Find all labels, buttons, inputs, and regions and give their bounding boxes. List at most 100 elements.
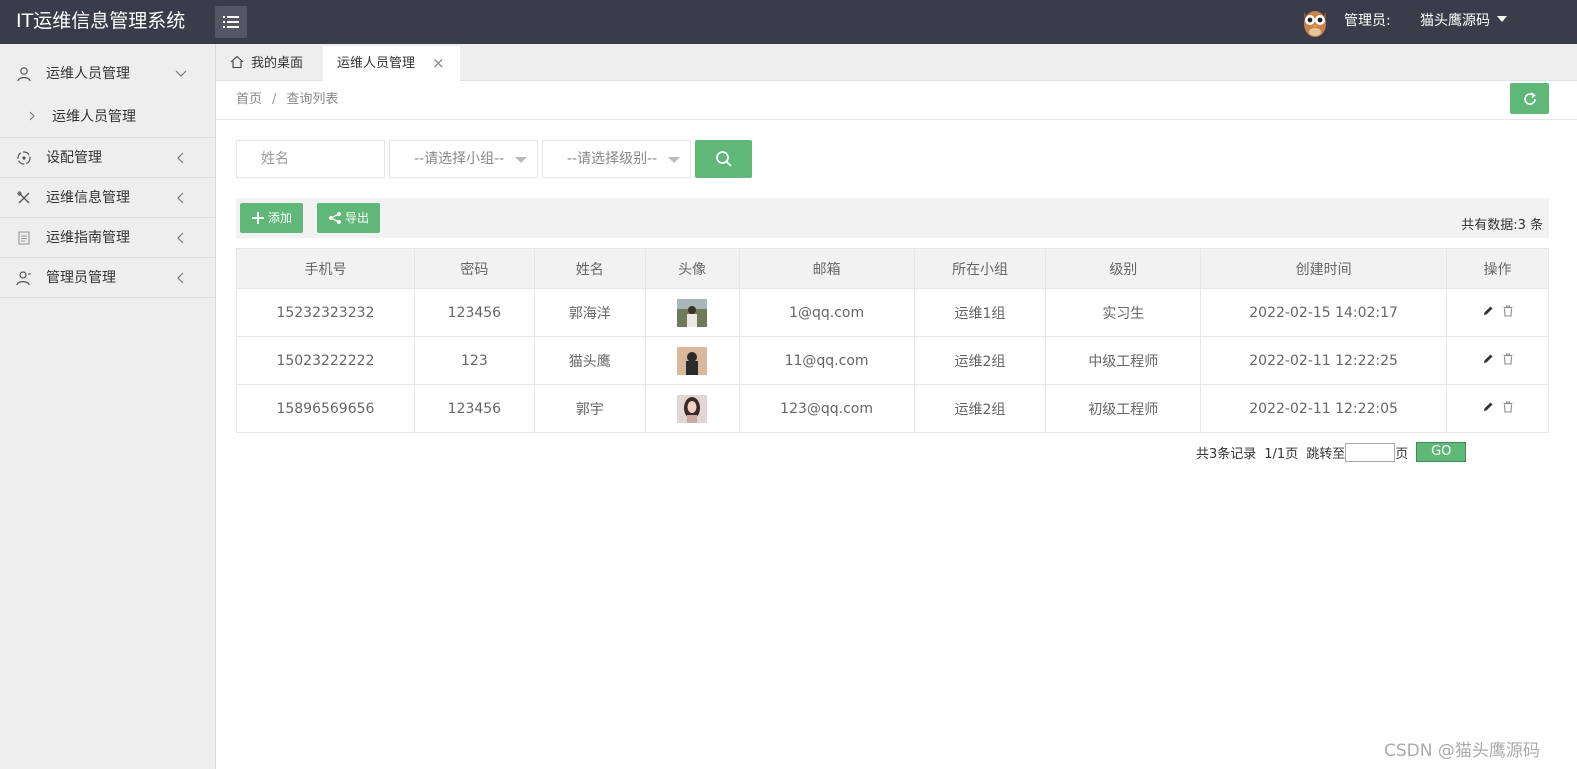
- table-row: 15232323232 123456 郭海洋 1@qq.com 运维1组 实习生…: [236, 288, 1549, 337]
- chevron-down-icon: [175, 70, 187, 77]
- cell-avatar: [644, 288, 740, 337]
- cell-level: 中级工程师: [1045, 336, 1202, 385]
- jump-label: 跳转至: [1306, 446, 1346, 462]
- table-header-row: 手机号 密码 姓名 头像 邮箱 所在小组 级别 创建时间 操作: [236, 248, 1549, 289]
- tab-label: 运维人员管理: [337, 56, 416, 71]
- trash-icon[interactable]: [1502, 304, 1514, 317]
- cell-created: 2022-02-11 12:22:05: [1200, 384, 1448, 433]
- avatar-photo[interactable]: [677, 394, 708, 423]
- sidebar-item-label: 管理员管理: [46, 270, 116, 286]
- breadcrumb-current: 查询列表: [286, 92, 339, 107]
- admin-label: 管理员:: [1344, 13, 1391, 29]
- column-header: 姓名: [533, 248, 646, 289]
- column-header: 级别: [1045, 248, 1202, 289]
- refresh-icon: [1523, 91, 1536, 105]
- cell-email: 11@qq.com: [738, 336, 915, 385]
- admin-icon: [16, 270, 31, 285]
- menu-toggle-button[interactable]: [215, 6, 247, 38]
- tab-staff-management[interactable]: 运维人员管理 ×: [323, 46, 460, 81]
- cell-phone: 15232323232: [236, 288, 415, 337]
- sidebar-item-label: 运维指南管理: [46, 230, 130, 246]
- sidebar-item-admin-management[interactable]: 管理员管理: [0, 258, 215, 298]
- table-toolbar: 添加 导出 共有数据:3 条: [236, 198, 1549, 238]
- trash-icon[interactable]: [1502, 400, 1514, 413]
- sidebar-item-label: 运维信息管理: [46, 190, 130, 206]
- cell-group: 运维1组: [913, 288, 1047, 337]
- admin-name-dropdown[interactable]: 猫头鹰源码: [1420, 0, 1490, 42]
- sidebar-item-device-management[interactable]: 设配管理: [0, 138, 215, 178]
- cell-phone: 15896569656: [236, 384, 415, 433]
- chevron-left-icon: [177, 272, 184, 283]
- chevron-left-icon: [177, 232, 184, 243]
- cell-actions: [1446, 384, 1549, 433]
- edit-icon[interactable]: [1482, 401, 1494, 413]
- caret-down-icon: [515, 157, 527, 163]
- column-header: 密码: [413, 248, 535, 289]
- breadcrumb-home[interactable]: 首页: [236, 92, 262, 107]
- page-indicator: 1/1页: [1264, 446, 1299, 462]
- search-icon: [715, 151, 732, 167]
- tab-bar: 我的桌面 运维人员管理 ×: [216, 44, 1577, 81]
- table-row: 15023222222 123 猫头鹰 11@qq.com 运维2组 中级工程师…: [236, 336, 1549, 385]
- sidebar-item-label: 设配管理: [46, 150, 102, 166]
- pagination: 共3条记录 1/1页 跳转至 页 GO: [1196, 442, 1467, 462]
- trash-icon[interactable]: [1502, 352, 1514, 365]
- top-header: IT运维信息管理系统 管理员: 猫头鹰源码: [0, 0, 1577, 44]
- cell-password: 123456: [413, 384, 535, 433]
- breadcrumb: 首页 / 查询列表: [236, 81, 338, 118]
- sidebar-item-staff-management[interactable]: 运维人员管理: [0, 44, 215, 96]
- cell-password: 123: [413, 336, 535, 385]
- column-header: 操作: [1446, 248, 1549, 289]
- sidebar-item-ops-info-management[interactable]: 运维信息管理: [0, 178, 215, 218]
- watermark: CSDN @猫头鹰源码: [1384, 741, 1540, 761]
- caret-down-icon[interactable]: [1497, 16, 1507, 22]
- breadcrumb-separator: /: [272, 92, 277, 107]
- refresh-button[interactable]: [1510, 83, 1549, 114]
- tab-my-desktop[interactable]: 我的桌面: [216, 46, 322, 81]
- share-icon: [329, 212, 341, 224]
- table-row: 15896569656 123456 郭宇 123@qq.com 运维2组 初级…: [236, 384, 1549, 433]
- cell-level: 实习生: [1045, 288, 1202, 337]
- column-header: 所在小组: [913, 248, 1047, 289]
- cell-avatar: [644, 336, 740, 385]
- cell-group: 运维2组: [913, 384, 1047, 433]
- cell-actions: [1446, 336, 1549, 385]
- page-jump-input[interactable]: [1345, 442, 1396, 462]
- sidebar: 运维人员管理 运维人员管理 设配管理 运维信息管理 运维指南管理 管理员管理: [0, 44, 216, 769]
- cell-password: 123456: [413, 288, 535, 337]
- column-header: 头像: [644, 248, 740, 289]
- level-select[interactable]: --请选择级别--: [542, 140, 691, 178]
- export-button[interactable]: 导出: [317, 203, 380, 233]
- chevron-right-icon: [29, 111, 35, 121]
- name-search-input[interactable]: 姓名: [236, 140, 385, 178]
- breadcrumb-bar: 首页 / 查询列表: [216, 81, 1577, 120]
- sidebar-subitem-label: 运维人员管理: [52, 109, 136, 125]
- caret-down-icon: [668, 157, 680, 163]
- cell-actions: [1446, 288, 1549, 337]
- column-header: 创建时间: [1200, 248, 1448, 289]
- user-icon: [17, 67, 31, 82]
- device-icon: [17, 150, 31, 165]
- cell-email: 1@qq.com: [738, 288, 915, 337]
- edit-icon[interactable]: [1482, 353, 1494, 365]
- chevron-left-icon: [177, 152, 184, 163]
- document-icon: [18, 230, 30, 245]
- record-count: 共3条记录: [1196, 446, 1257, 462]
- close-icon[interactable]: ×: [432, 46, 445, 81]
- sidebar-item-ops-guide-management[interactable]: 运维指南管理: [0, 218, 215, 258]
- avatar-photo[interactable]: [677, 346, 708, 375]
- group-select[interactable]: --请选择小组--: [389, 140, 538, 178]
- search-button[interactable]: [695, 140, 752, 178]
- cell-group: 运维2组: [913, 336, 1047, 385]
- edit-icon[interactable]: [1482, 305, 1494, 317]
- go-button[interactable]: GO: [1416, 442, 1467, 462]
- owl-avatar[interactable]: [1298, 4, 1332, 38]
- total-count: 共有数据:3 条: [1461, 218, 1543, 233]
- page-unit-label: 页: [1395, 446, 1409, 462]
- sidebar-subitem-staff-management[interactable]: 运维人员管理: [0, 96, 215, 138]
- cell-avatar: [644, 384, 740, 433]
- add-button[interactable]: 添加: [240, 203, 303, 233]
- menu-icon: [223, 16, 239, 28]
- avatar-photo[interactable]: [677, 298, 708, 327]
- plus-icon: [252, 212, 264, 224]
